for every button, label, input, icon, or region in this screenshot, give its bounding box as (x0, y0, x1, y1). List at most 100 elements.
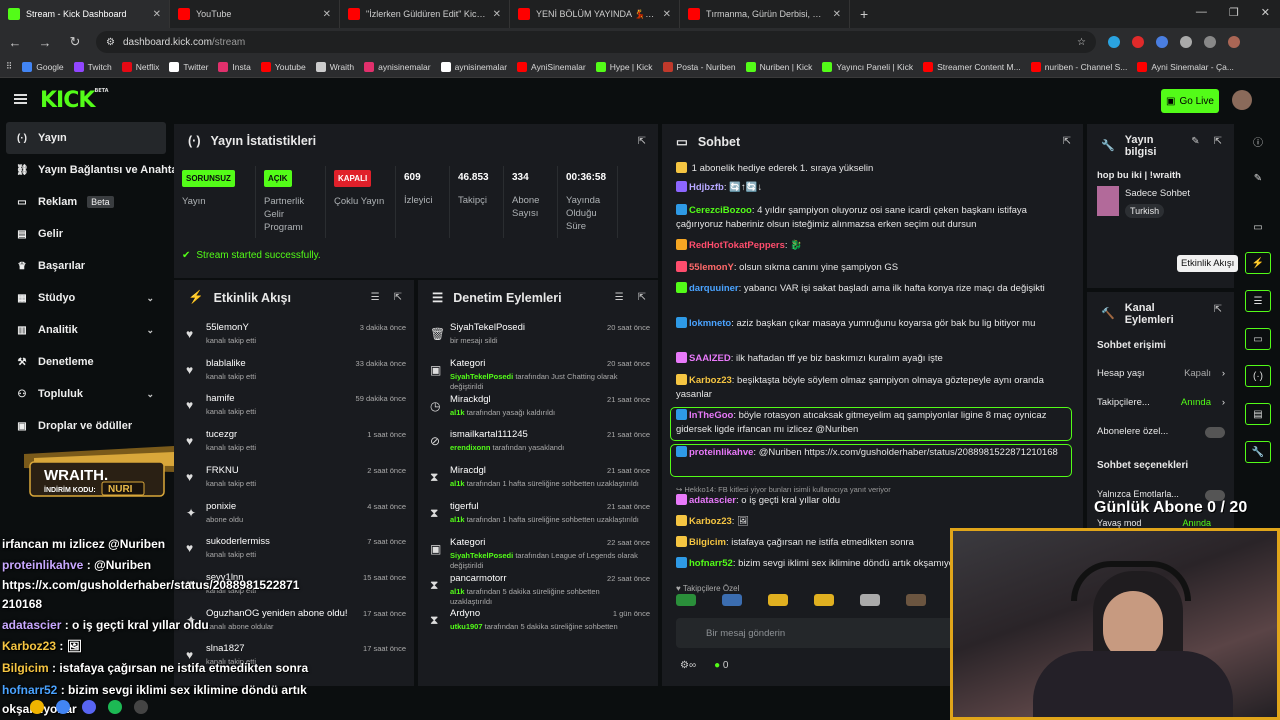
sidebar-item-link[interactable]: ⛓ Yayın Bağlantısı ve Anahtarı (0, 154, 185, 186)
chat-username[interactable]: 55lemonY (689, 262, 734, 273)
wrench-icon[interactable]: 🔧 (1245, 441, 1271, 463)
sidebar-item-hammer[interactable]: ⚒ Denetleme (0, 346, 172, 378)
emote-icon[interactable] (768, 594, 788, 606)
bookmark-item[interactable]: Youtube (260, 61, 306, 72)
chat-message[interactable]: adatascier: o iş geçti kral yıllar oldu (676, 494, 1072, 508)
tab-youtube-2[interactable]: "İzlerken Güldüren Edit" Kick & ✕ (340, 0, 510, 28)
chat-username[interactable]: RedHotTokatPeppers (689, 240, 785, 251)
bookmark-item[interactable]: Netflix (121, 61, 159, 72)
list-item[interactable]: ⧗ pancarmotorr al1k tarafından 5 dakika sü… (428, 573, 650, 609)
bookmark-item[interactable]: Insta (218, 61, 251, 72)
chat-message[interactable]: Karboz23: 🖼 (676, 515, 1072, 529)
back-icon[interactable]: ← (6, 35, 24, 50)
edit-icon[interactable]: ✎ (1191, 136, 1199, 147)
bookmark-item[interactable]: Nuriben | Kick (745, 61, 812, 72)
sidebar-item-studio[interactable]: ▦ Stüdyo ⌄ (0, 282, 172, 314)
site-info-icon[interactable]: ⚙ (106, 37, 115, 48)
minimize-icon[interactable]: — (1196, 6, 1207, 19)
setting-row[interactable]: Abonelere özel... (1097, 426, 1225, 438)
list-item[interactable]: ▣ Kategori SiyahTekelPosedi tarafından Jus… (428, 358, 650, 394)
chat-message[interactable]: proteinlikahve: @Nuriben https://x.com/g… (676, 446, 1072, 460)
hamburger-menu-icon[interactable] (14, 94, 27, 104)
list-item[interactable]: ⧗ Ardyno utku1907 tarafından 5 dakika süre… (428, 608, 650, 644)
sidebar-item-community[interactable]: ⚇ Topluluk ⌄ (0, 378, 172, 410)
popout-icon[interactable]: ⇱ (638, 136, 646, 147)
extension-icon[interactable] (1132, 36, 1144, 48)
bookmark-item[interactable]: Streamer Content M... (923, 61, 1021, 72)
bookmark-item[interactable]: Yayıncı Paneli | Kick (822, 61, 913, 72)
chat-username[interactable]: Hdjbzfb (689, 182, 724, 193)
list-item[interactable]: ♥ blablalike kanalı takip etti 33 dakika ön… (184, 358, 406, 394)
profile-icon[interactable] (1228, 36, 1240, 48)
bookmark-item[interactable]: aynisinemalar (440, 61, 507, 72)
chat-username[interactable]: CerezciBozoo (689, 205, 752, 216)
setting-row[interactable]: Yavaş mod Anında (1097, 518, 1225, 528)
moderator-name[interactable]: erendixonn (450, 443, 490, 452)
close-tab-icon[interactable]: ✕ (663, 9, 671, 20)
chat-username[interactable]: hofnarr52 (689, 558, 733, 569)
close-tab-icon[interactable]: ✕ (153, 9, 161, 20)
popout-icon[interactable]: ⇱ (638, 292, 646, 303)
list-item[interactable]: ⧗ Miracdgl al1k tarafından 1 hafta süreliğ… (428, 465, 650, 501)
chat-message[interactable]: Hdjbzfb: 🔄↑🔄↓ (676, 181, 1072, 195)
setting-row[interactable]: Yalnızca Emotlarla... (1097, 489, 1225, 501)
puzzle-icon[interactable] (1180, 36, 1192, 48)
filter-icon[interactable]: ☰ (615, 292, 624, 303)
info-icon[interactable]: ⓘ (1245, 130, 1271, 152)
list-item[interactable]: ⧗ tigerful al1k tarafından 1 hafta süreliğ… (428, 501, 650, 537)
moderator-name[interactable]: SiyahTekelPosedi (450, 372, 513, 381)
list-item[interactable]: ♥ 55lemonY kanalı takip etti 3 dakika önce (184, 322, 406, 358)
chevron-down-icon[interactable]: ⌄ (146, 293, 154, 304)
chat-username[interactable]: adatascier (689, 495, 736, 506)
emote-icon[interactable] (676, 594, 696, 606)
url-field[interactable]: ⚙ dashboard.kick.com/stream ☆ (96, 31, 1096, 53)
close-tab-icon[interactable]: ✕ (493, 9, 501, 20)
chat-username[interactable]: Karboz23 (689, 516, 732, 527)
broadcast-icon[interactable]: (·) (1245, 365, 1271, 387)
bookmark-item[interactable]: Hype | Kick (595, 61, 653, 72)
chat-message[interactable]: SAAIZED: ilk haftadan tff ye biz baskımı… (676, 352, 1072, 366)
chat-username[interactable]: Karboz23 (689, 375, 732, 386)
chat-message[interactable]: 55lemonY: olsun sıkma canını yine şampiy… (676, 261, 1072, 275)
forward-icon[interactable]: → (36, 35, 54, 50)
bookmark-item[interactable]: Twitch (73, 61, 112, 72)
sidebar-item-money[interactable]: ▤ Gelir (0, 218, 172, 250)
folder-icon[interactable] (30, 700, 44, 714)
close-window-icon[interactable]: ✕ (1261, 6, 1270, 19)
tab-kick-dashboard[interactable]: Stream - Kick Dashboard ✕ (0, 0, 170, 28)
server-icon[interactable]: ▤ (1245, 403, 1271, 425)
popout-icon[interactable]: ⇱ (1214, 304, 1222, 315)
chat-message[interactable]: CerezciBozoo: 4 yıldır şampiyon oluyoruz… (676, 204, 1072, 232)
chat-username[interactable]: lokmneto (689, 318, 731, 329)
new-tab-icon[interactable]: + (850, 6, 878, 22)
popout-icon[interactable]: ⇱ (1214, 136, 1222, 147)
bookmark-item[interactable]: Wraith (315, 61, 354, 72)
reload-icon[interactable]: ↻ (66, 34, 84, 50)
tab-youtube-4[interactable]: Tırmanma, Gürün Derbisi, Yüksı ✕ (680, 0, 850, 28)
moderator-name[interactable]: SiyahTekelPosedi (450, 551, 513, 560)
chevron-down-icon[interactable]: ⌄ (146, 325, 154, 336)
tab-youtube-3[interactable]: YENİ BÖLÜM YAYINDA 💃 @C ✕ (510, 0, 680, 28)
emote-icon[interactable] (906, 594, 926, 606)
avatar[interactable] (1232, 90, 1252, 110)
kick-logo[interactable]: KICKBETA (40, 88, 109, 113)
obs-icon[interactable] (134, 700, 148, 714)
setting-row[interactable]: Takipçilere... Anında › (1097, 397, 1225, 408)
moderator-name[interactable]: al1k (450, 408, 465, 417)
emote-icon[interactable] (860, 594, 880, 606)
chat-message[interactable]: darquuiner: yabancı VAR işi sakat başlad… (676, 282, 1072, 296)
chat-username[interactable]: Bilgicim (689, 537, 726, 548)
settings-icon[interactable]: ⚙∞ (680, 660, 696, 671)
filter-icon[interactable]: ☰ (371, 292, 380, 303)
list-item[interactable]: ♥ FRKNU kanalı takip etti 2 saat önce (184, 465, 406, 501)
bookmark-item[interactable]: Posta - Nuriben (662, 61, 736, 72)
chat-username[interactable]: darquuiner (689, 283, 739, 294)
chat-username[interactable]: InTheGoo (689, 410, 733, 421)
list-item[interactable]: ▣ Kategori SiyahTekelPosedi tarafından Lea… (428, 537, 650, 573)
bookmark-item[interactable]: Ayni Sinemalar - Ça... (1137, 61, 1234, 72)
toggle-switch[interactable] (1205, 427, 1225, 438)
extension-icon[interactable] (1108, 36, 1120, 48)
bookmark-item[interactable]: nuriben - Channel S... (1030, 61, 1127, 72)
bookmark-item[interactable]: Google (22, 61, 64, 72)
sidebar-item-broadcast[interactable]: (·) Yayın (6, 122, 166, 154)
